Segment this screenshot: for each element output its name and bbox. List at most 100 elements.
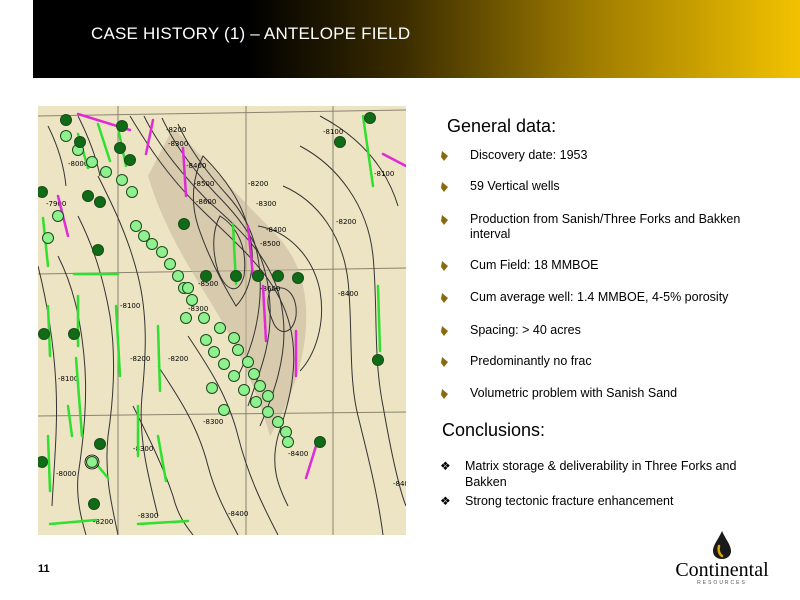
well-light	[186, 294, 198, 306]
discovery-date: Discovery date: 1953	[470, 148, 588, 162]
contour-label: -7900	[46, 200, 66, 208]
lateral	[136, 519, 190, 526]
oil-drop-logo-icon	[713, 531, 731, 559]
contour-label: -8300	[256, 200, 276, 208]
page-number: 11	[38, 563, 50, 575]
contour-label: -8400	[288, 450, 308, 458]
well-light	[214, 322, 226, 334]
title-bar: CASE HISTORY (1) – ANTELOPE FIELD	[33, 0, 800, 78]
contour-label: -8400	[338, 290, 358, 298]
well-dark	[38, 456, 48, 468]
well-light	[126, 186, 138, 198]
lateral	[376, 284, 382, 353]
well-light	[272, 416, 284, 428]
well-light	[182, 282, 194, 294]
oil-drop-bullet-icon	[441, 326, 448, 336]
well-dark	[38, 186, 48, 198]
production-interval: Production from Sanish/Three Forks and B…	[470, 212, 741, 241]
well-dark	[38, 328, 50, 340]
volumetric-problem: Volumetric problem with Sanish Sand	[470, 386, 678, 400]
well-dark	[178, 218, 190, 230]
well-dark	[116, 120, 128, 132]
oil-drop-bullet-icon	[441, 215, 448, 225]
lateral	[74, 356, 84, 438]
vertical-wells: 59 Vertical wells	[470, 179, 560, 193]
well-light	[228, 370, 240, 382]
map-canvas: -8200 -8300 -8400 -8500 -8600 -8100 -820…	[38, 106, 406, 535]
well-light	[228, 332, 240, 344]
well-light	[248, 368, 260, 380]
oil-drop-bullet-icon	[441, 357, 448, 367]
well-dark	[82, 190, 94, 202]
contour-label: -8200	[130, 355, 150, 363]
spacing-label: Spacing:	[470, 323, 519, 337]
lateral	[381, 152, 406, 168]
well-light	[130, 220, 142, 232]
well-dark	[124, 154, 136, 166]
conclusion-matrix: Matrix storage & deliverability in Three…	[465, 459, 737, 489]
contour-label: -8500	[194, 180, 214, 188]
well-dark	[200, 270, 212, 282]
well-light	[218, 404, 230, 416]
structure-map: -8200 -8300 -8400 -8500 -8600 -8100 -820…	[38, 106, 406, 535]
lateral	[156, 434, 168, 483]
well-light	[42, 232, 54, 244]
well-light	[86, 156, 98, 168]
conclusions-heading: Conclusions:	[442, 420, 546, 440]
oil-drop-bullet-icon	[441, 151, 448, 161]
contour-label: -8200	[168, 355, 188, 363]
contour-label: -8200	[248, 180, 268, 188]
contour-label: -8000	[56, 470, 76, 478]
well-light	[100, 166, 112, 178]
well-light	[172, 270, 184, 282]
contour-label: -8200	[166, 126, 186, 134]
contour-label: -8100	[323, 128, 343, 136]
well-dark	[74, 136, 86, 148]
company-logo: Continental RESOURCES	[672, 528, 772, 588]
well-light	[262, 406, 274, 418]
contour-label: -8500	[260, 240, 280, 248]
well-light	[218, 358, 230, 370]
contour-label: -8300	[203, 418, 223, 426]
well-light	[146, 238, 158, 250]
diamond-bullet-icon: ❖	[440, 494, 451, 508]
lateral	[48, 518, 98, 526]
lateral	[66, 404, 74, 438]
oil-drop-bullet-icon	[441, 293, 448, 303]
contour-label: -8100	[58, 375, 78, 383]
lateral	[46, 434, 52, 493]
well-light	[242, 356, 254, 368]
well-light	[206, 382, 218, 394]
contour-label: -8400	[228, 510, 248, 518]
well-dark	[334, 136, 346, 148]
well-dark	[94, 196, 106, 208]
lateral	[361, 114, 375, 188]
well-light	[208, 346, 220, 358]
contour-label: -8300	[168, 140, 188, 148]
cum-average-well: Cum average well: 1.4 MMBOE, 4-5% porosi…	[470, 290, 729, 304]
well-dark	[314, 436, 326, 448]
well-light	[238, 384, 250, 396]
general-data-heading: General data:	[447, 116, 557, 136]
well-dark	[94, 438, 106, 450]
well-dark	[292, 272, 304, 284]
contour-label: -8600	[196, 198, 216, 206]
well-dark	[68, 328, 80, 340]
well-light	[52, 210, 64, 222]
lateral	[96, 122, 112, 163]
contour-label: -8400	[266, 226, 286, 234]
conclusion-fracture: Strong tectonic fracture enhancement	[465, 494, 674, 508]
well-light	[60, 130, 72, 142]
well-light	[116, 174, 128, 186]
well-light	[180, 312, 192, 324]
logo-subtitle: RESOURCES	[697, 580, 747, 586]
contour-label: -8300	[133, 445, 153, 453]
well-light	[254, 380, 266, 392]
lateral	[156, 324, 162, 393]
spacing: Spacing: > 40 acres	[470, 323, 780, 338]
oil-drop-bullet-icon	[441, 389, 448, 399]
frac-note: Predominantly no frac	[470, 354, 592, 368]
well-light	[164, 258, 176, 270]
well-dark	[88, 498, 100, 510]
well-dark	[92, 244, 104, 256]
